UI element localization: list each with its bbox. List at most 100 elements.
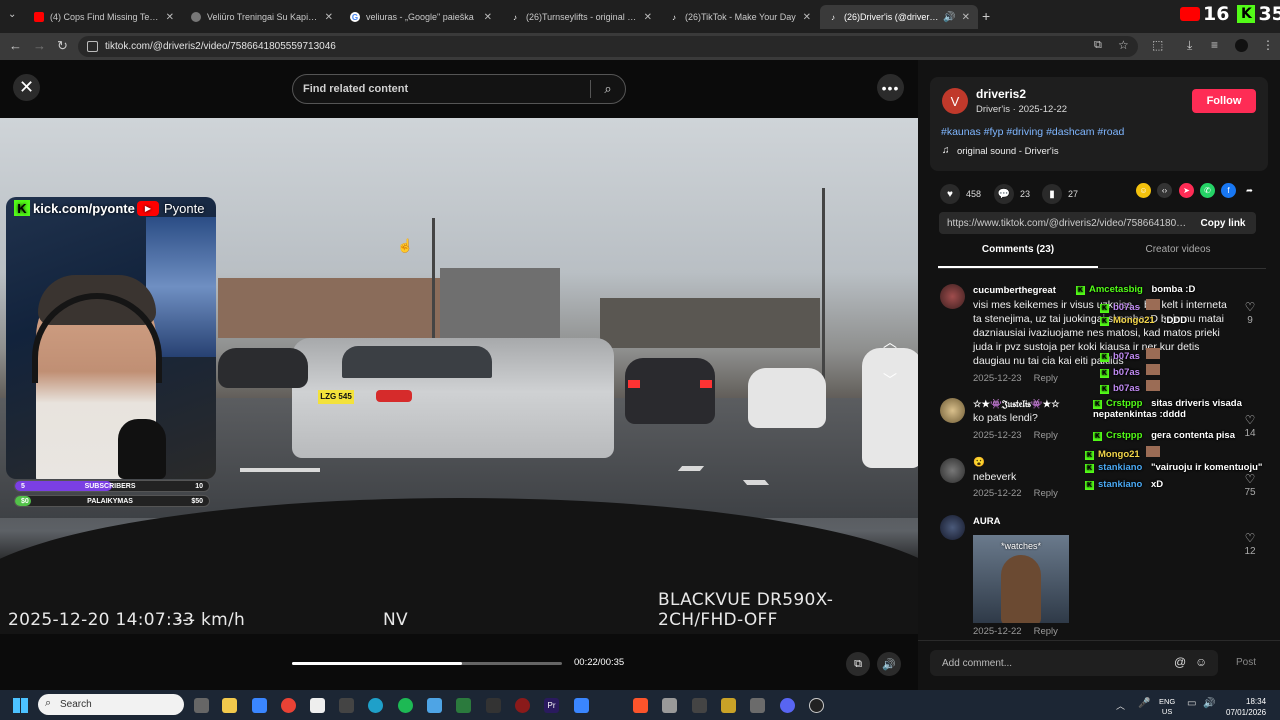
author-username[interactable]: driveris2 [976,87,1026,101]
speaker-icon[interactable]: 🔊 [1203,698,1215,709]
comment-like-button[interactable]: ♡ 75 [1240,472,1260,498]
store-icon[interactable] [252,698,267,713]
taskbar-search[interactable]: ⌕ Search [38,694,184,715]
share-url[interactable]: https://www.tiktok.com/@driveris2/video/… [939,218,1190,229]
network-icon[interactable]: ▭ [1187,698,1196,709]
browser-menu-icon[interactable]: ⋮ [1262,38,1274,52]
close-tab-icon[interactable]: ✕ [803,12,811,23]
sound-link[interactable]: original sound - Driver'is [957,146,1059,157]
browser-tab-active[interactable]: ♪ (26)Driver'is (@driveris2) | T 🔊 ✕ [820,5,978,29]
close-video-button[interactable]: ✕ [13,74,40,101]
microphone-tray-icon[interactable]: 🎤 [1138,698,1150,709]
send-icon[interactable]: ➤ [1179,183,1194,198]
embed-icon[interactable]: ‹› [1157,183,1172,198]
whatsapp-icon[interactable]: ✆ [1200,183,1215,198]
language-indicator[interactable]: ENG US [1159,697,1175,717]
repost-icon[interactable]: ☺ [1136,183,1151,198]
tab-comments[interactable]: Comments (23) [938,244,1098,255]
install-icon[interactable]: ⧉ [1094,39,1102,52]
comment-author[interactable]: cucumberthegreat [973,285,1056,296]
taskbar-clock[interactable]: 18:34 07/01/2026 [1226,696,1266,718]
tab-list-button[interactable]: ⌄ [8,9,16,20]
mention-icon[interactable]: @ [1174,655,1186,669]
close-tab-icon[interactable]: ✕ [644,12,652,23]
browser-tab[interactable]: (4) Cops Find Missing Teen's Bo ✕ [26,5,182,29]
brave-icon[interactable] [633,698,648,713]
commenter-avatar[interactable] [940,284,965,309]
edge-icon[interactable] [368,698,383,713]
speaker-icon[interactable]: 🔊 [943,12,955,23]
reply-button[interactable]: Reply [1034,626,1058,637]
app-icon[interactable] [339,698,354,713]
browser-tab[interactable]: G veliuras - „Google" paieška ✕ [342,5,500,29]
reply-button[interactable]: Reply [1034,430,1058,441]
facebook-icon[interactable]: f [1221,183,1236,198]
comment-gif[interactable]: *watches* [973,535,1069,623]
app-icon[interactable] [515,698,530,713]
app-icon[interactable] [574,698,589,713]
windows-start-icon[interactable] [13,698,28,713]
discord-icon[interactable] [780,698,795,713]
comment-like-button[interactable]: ♡ 12 [1240,531,1260,557]
comment-author[interactable]: AURA [973,516,1000,527]
obs-icon[interactable] [809,698,824,713]
app-icon[interactable] [662,698,677,713]
file-explorer-icon[interactable] [222,698,237,713]
video-progress-bar[interactable] [292,662,562,665]
premiere-icon[interactable]: Pr [544,698,559,713]
browser-tab[interactable]: ♪ (26)TikTok - Make Your Day ✕ [661,5,819,29]
system-tray-chevron-icon[interactable]: ︿ [1116,699,1125,712]
reply-button[interactable]: Reply [1034,488,1058,499]
spotify-icon[interactable] [398,698,413,713]
more-options-button[interactable]: ••• [877,74,904,101]
close-tab-icon[interactable]: ✕ [484,12,492,23]
browser-tab[interactable]: ♪ (26)Turnseylifts - original soun ✕ [502,5,660,29]
share-arrow-icon[interactable]: ➦ [1242,183,1257,198]
bookmark-star-icon[interactable]: ☆ [1118,38,1129,52]
forward-arrow-icon[interactable]: → [33,38,46,53]
app-icon[interactable] [692,698,707,713]
browser-tab[interactable]: Veliūro Treningai Su Kapišonu - ✕ [183,5,341,29]
commenter-avatar[interactable] [940,398,965,423]
back-arrow-icon[interactable]: ← [9,38,22,53]
volume-button[interactable]: 🔊 [877,652,901,676]
author-avatar[interactable]: V [942,88,968,114]
search-icon[interactable]: ⌕ [591,81,625,97]
follow-button[interactable]: Follow [1192,89,1256,113]
video-hashtags[interactable]: #kaunas #fyp #driving #dashcam #road [941,126,1124,138]
chrome-icon[interactable] [281,698,296,713]
app-icon[interactable] [721,698,736,713]
extensions-icon[interactable]: ⬚ [1152,38,1163,52]
close-tab-icon[interactable]: ✕ [962,12,970,23]
comment-stat[interactable]: 💬 23 [994,184,1030,204]
next-video-button[interactable]: ﹀ [876,366,904,394]
app-icon[interactable] [456,698,471,713]
commenter-avatar[interactable] [940,515,965,540]
tab-creator-videos[interactable]: Creator videos [1098,244,1258,255]
task-view-icon[interactable] [194,698,209,713]
profile-avatar[interactable] [1235,39,1248,52]
reply-button[interactable]: Reply [1034,373,1058,384]
copy-link-button[interactable]: Copy link [1190,218,1256,229]
site-info-icon[interactable] [87,41,98,52]
download-icon[interactable]: ⤓ [1187,38,1192,53]
app-icon[interactable] [310,698,325,713]
picture-in-picture-button[interactable]: ⧉ [846,652,870,676]
add-comment-input[interactable]: Add comment... @ ☺ [930,650,1218,676]
close-tab-icon[interactable]: ✕ [166,12,174,23]
address-bar[interactable]: tiktok.com/@driveris2/video/758664180555… [78,36,1138,57]
app-icon[interactable] [486,698,501,713]
close-tab-icon[interactable]: ✕ [325,12,333,23]
media-control-icon[interactable]: ≡ [1211,38,1218,52]
photos-icon[interactable] [427,698,442,713]
app-icon[interactable] [750,698,765,713]
related-content-search[interactable]: Find related content ⌕ [292,74,626,104]
post-comment-button[interactable]: Post [1236,657,1256,668]
comment-author[interactable]: ☆★👾𝔍𝔲𝔰𝔱𝔢𝔩𝔦𝔰👾★☆ [973,399,1060,410]
new-tab-button[interactable]: + [982,8,990,24]
comment-like-button[interactable]: ♡ 9 [1240,300,1260,326]
like-stat[interactable]: ♥ 458 [940,184,981,204]
emoji-icon[interactable]: ☺ [1195,655,1207,669]
comment-author[interactable]: 😮 [973,457,985,468]
previous-video-button[interactable]: ︿ [876,328,904,356]
